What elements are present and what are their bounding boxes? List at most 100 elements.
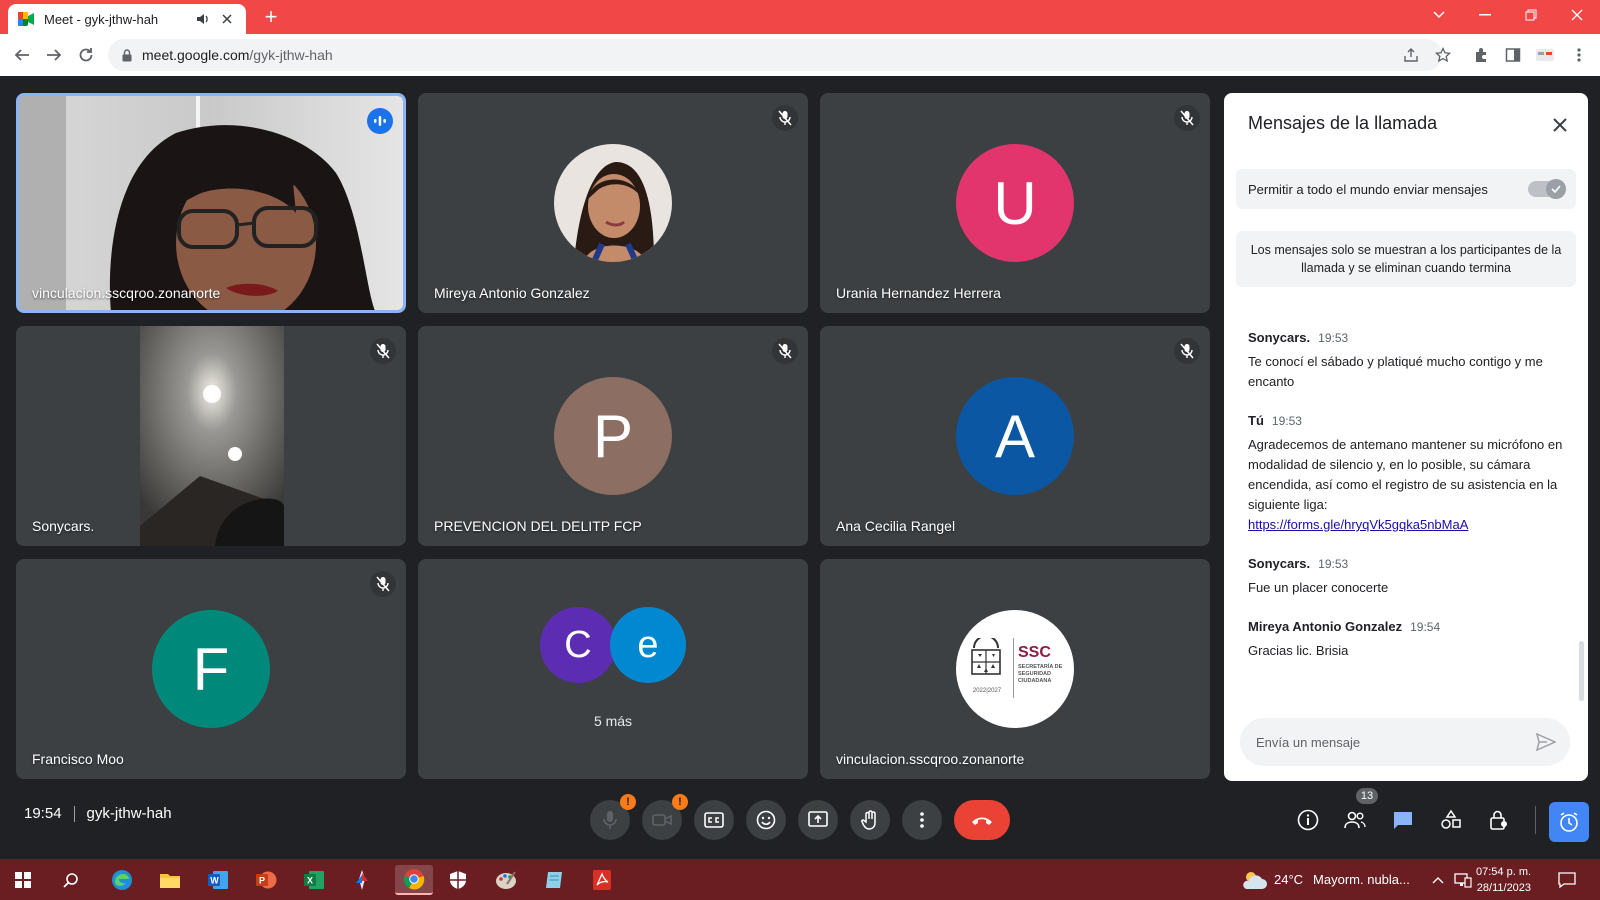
address-bar[interactable]: meet.google.com/gyk-jthw-hah [108, 39, 1442, 71]
chat-message: Sonycars. 19:53 Te conocí el sábado y pla… [1248, 329, 1566, 392]
more-participants-tile[interactable]: C e 5 más [418, 559, 808, 779]
meeting-details-button[interactable] [1294, 806, 1322, 834]
clock-date: 28/11/2023 [1476, 882, 1532, 894]
profile-icon[interactable] [1534, 44, 1556, 66]
search-icon[interactable] [56, 865, 86, 895]
more-options-button[interactable] [902, 800, 942, 840]
participant-tile-video[interactable]: Sonycars. [16, 326, 406, 546]
message-time: 19:54 [1410, 620, 1441, 634]
ssc-logo-divider [1013, 638, 1014, 698]
microphone-button[interactable]: ! [590, 794, 636, 840]
ssc-crest-icon [971, 638, 1001, 675]
participant-name: Urania Hernandez Herrera [836, 285, 1001, 301]
bookmark-star-icon[interactable] [1432, 44, 1454, 66]
close-window-button[interactable] [1554, 0, 1600, 30]
emoji-icon [756, 810, 776, 830]
svg-text:W: W [210, 876, 219, 886]
participant-tile[interactable]: A Ana Cecilia Rangel [820, 326, 1210, 546]
notes-icon[interactable] [539, 865, 569, 895]
lock-person-icon [1490, 810, 1507, 830]
file-explorer-icon[interactable] [155, 865, 185, 895]
windows-start-icon[interactable] [8, 865, 38, 895]
participant-tile-video[interactable]: vinculacion.sscqroo.zonanorte [16, 93, 406, 313]
browser-tab[interactable]: Meet - gyk-jthw-hah [8, 4, 246, 34]
alarm-clock-icon [1560, 812, 1578, 832]
warning-icon: ! [620, 794, 636, 810]
restore-button[interactable] [1508, 0, 1554, 30]
muted-mic-icon [772, 105, 798, 131]
chat-icon [1394, 812, 1412, 829]
participant-tile[interactable]: Mireya Antonio Gonzalez [418, 93, 808, 313]
present-button[interactable] [798, 800, 838, 840]
reactions-button[interactable] [746, 800, 786, 840]
chat-scrollbar[interactable] [1579, 641, 1584, 701]
participant-tile[interactable]: U Urania Hernandez Herrera [820, 93, 1210, 313]
chat-message-list: Sonycars. 19:53 Te conocí el sábado y pla… [1248, 329, 1566, 681]
windows-taskbar: W P X 24°C Mayorm. nubla... 07:54 p. m. … [0, 859, 1600, 900]
security-shield-icon[interactable] [443, 865, 473, 895]
leave-call-button[interactable] [954, 800, 1010, 840]
back-button[interactable] [10, 43, 34, 67]
feather-app-icon[interactable] [347, 865, 377, 895]
acrobat-reader-icon[interactable] [587, 865, 617, 895]
participant-avatar: P [554, 377, 672, 495]
raise-hand-button[interactable] [850, 800, 890, 840]
message-text: Fue un placer conocerte [1248, 580, 1389, 595]
tab-audio-icon[interactable] [194, 10, 212, 28]
more-vert-icon [920, 812, 924, 828]
weather-widget[interactable]: 24°C Mayorm. nubla... [1240, 859, 1410, 900]
participant-avatar: F [152, 610, 270, 728]
activities-button[interactable] [1437, 806, 1465, 834]
participant-name: Francisco Moo [32, 751, 124, 767]
lock-icon[interactable] [122, 48, 132, 62]
host-controls-button[interactable] [1485, 806, 1513, 834]
chrome-menu-icon[interactable] [1568, 44, 1590, 66]
word-icon[interactable]: W [203, 865, 233, 895]
message-link[interactable]: https://forms.gle/hryqVk5gqka5nbMaA [1248, 515, 1566, 535]
send-icon[interactable] [1534, 730, 1558, 754]
tray-chevron-up-icon[interactable] [1432, 859, 1444, 900]
paint-icon[interactable] [491, 865, 521, 895]
new-tab-button[interactable]: + [260, 6, 282, 28]
chat-permission-label: Permitir a todo el mundo enviar mensajes [1248, 181, 1488, 197]
activities-icon [1441, 809, 1461, 829]
camera-button[interactable]: ! [642, 794, 688, 840]
chat-panel-title: Mensajes de la llamada [1248, 113, 1438, 133]
hang-up-icon [972, 817, 992, 825]
tab-close-icon[interactable] [218, 10, 236, 28]
url-domain: meet.google.com [142, 47, 250, 63]
chat-permission-toggle[interactable] [1528, 179, 1566, 199]
chat-message-input[interactable] [1256, 718, 1526, 766]
system-clock[interactable]: 07:54 p. m. 28/11/2023 [1476, 864, 1531, 896]
forward-button[interactable] [42, 43, 66, 67]
participant-tile[interactable]: F Francisco Moo [16, 559, 406, 779]
participant-video-frame [19, 96, 403, 310]
participant-tile[interactable]: 2022|2027 SSC SECRETARÍA DE SEGURIDAD CI… [820, 559, 1210, 779]
reload-button[interactable] [74, 43, 98, 67]
meeting-code[interactable]: gyk-jthw-hah [87, 805, 172, 822]
tab-search-icon[interactable] [1416, 0, 1462, 30]
excel-icon[interactable]: X [299, 865, 329, 895]
minimize-button[interactable] [1462, 0, 1508, 30]
timer-button[interactable] [1549, 802, 1589, 842]
chrome-icon[interactable] [395, 865, 433, 895]
powerpoint-icon[interactable]: P [251, 865, 281, 895]
edge-browser-icon[interactable] [107, 865, 137, 895]
share-icon[interactable] [1400, 44, 1422, 66]
notifications-icon[interactable] [1558, 859, 1576, 900]
participant-tile[interactable]: P PREVENCION DEL DELITP FCP [418, 326, 808, 546]
muted-mic-icon [370, 338, 396, 364]
browser-toolbar: meet.google.com/gyk-jthw-hah [0, 34, 1600, 76]
close-icon[interactable] [1546, 111, 1574, 139]
chat-button[interactable] [1389, 806, 1417, 834]
divider [73, 805, 75, 822]
check-icon [1546, 179, 1566, 199]
extensions-icon[interactable] [1470, 44, 1492, 66]
side-panel-icon[interactable] [1502, 44, 1524, 66]
network-icon[interactable] [1454, 859, 1472, 900]
people-button[interactable]: 13 [1341, 788, 1378, 834]
captions-button[interactable] [694, 800, 734, 840]
ssc-logo: 2022|2027 SSC SECRETARÍA DE SEGURIDAD CI… [956, 610, 1074, 728]
speaking-indicator-icon [367, 108, 393, 134]
message-text: Agradecemos de antemano mantener su micr… [1248, 437, 1563, 512]
